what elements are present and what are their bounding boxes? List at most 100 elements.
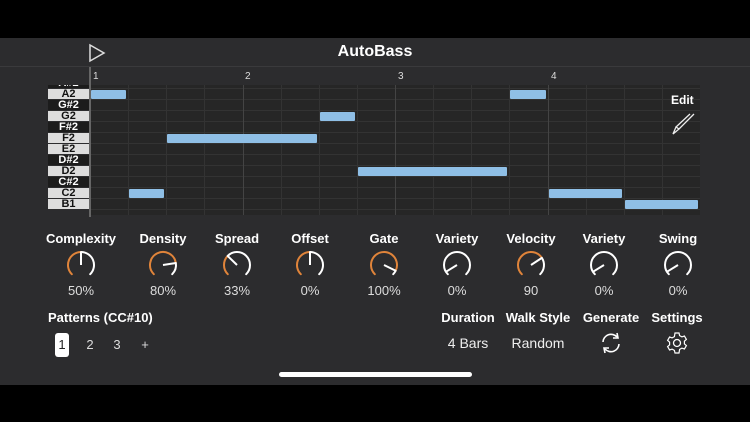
knob-value: 90 [523,283,539,298]
knob-value: 50% [67,283,95,298]
beat-line [471,85,473,215]
note-B1[interactable] [624,200,698,209]
settings-button[interactable]: Settings [637,310,717,360]
knob-variety[interactable]: Variety 0% [420,231,494,298]
duration-label: Duration [441,310,495,325]
knob-dial[interactable] [147,249,179,281]
duration-value[interactable]: 4 Bars [428,335,508,351]
knob-dial[interactable] [441,249,473,281]
knob-label: Gate [369,231,399,246]
knob-gate[interactable]: Gate 100% [347,231,421,298]
knob-label: Variety [435,231,479,246]
bar-number: 3 [398,71,404,82]
top-bar: AutoBass [0,38,750,67]
pattern-1[interactable]: 1 [55,333,69,357]
piano-key[interactable]: C#2 [48,177,89,188]
pattern-2[interactable]: 2 [83,333,97,357]
knob-arc [370,251,398,276]
piano-key[interactable]: E2 [48,144,89,155]
knob-dial[interactable] [368,249,400,281]
knob-label: Velocity [506,231,556,246]
piano-key[interactable]: B1 [48,199,89,210]
duration-control[interactable]: Duration 4 Bars [428,310,508,351]
beat-line [356,85,358,215]
piano-key[interactable]: C2 [48,188,89,199]
home-indicator[interactable] [279,372,472,377]
refresh-icon[interactable] [599,331,623,355]
knob-spread[interactable]: Spread 33% [200,231,274,298]
beat-line [395,85,396,215]
knob-arc [226,251,251,276]
note-G2[interactable] [319,112,355,121]
knob-pointer [666,264,679,273]
knob-dial[interactable] [294,249,326,281]
knob-complexity[interactable]: Complexity 50% [44,231,118,298]
knob-value: 0% [594,283,614,298]
note-D2[interactable] [357,167,508,176]
knob-pointer [162,261,176,266]
knob-arc [171,261,177,276]
app-title: AutoBass [337,43,413,60]
knob-label: Density [139,231,187,246]
note-F2[interactable] [167,134,317,143]
add-pattern-button[interactable]: + [138,333,152,357]
piano-key[interactable]: D#2 [48,155,89,166]
beat-line [318,85,320,215]
knob-pointer [592,264,605,273]
knob-velocity[interactable]: Velocity 90 [494,231,568,298]
knob-value: 80% [149,283,177,298]
beat-line [433,85,435,215]
piano-key[interactable]: A2 [48,89,89,100]
knob-value: 33% [223,283,251,298]
beat-line [509,85,511,215]
knob-offset[interactable]: Offset 0% [273,231,347,298]
knob-variety[interactable]: Variety 0% [567,231,641,298]
piano-key[interactable]: G2 [48,111,89,122]
piano-key[interactable]: G#2 [48,100,89,111]
edit-label[interactable]: Edit [671,93,694,107]
knob-dial[interactable] [588,249,620,281]
autobass-app: AutoBass 1 2 3 4 A#2A2G#2G2F#2F2E2D#2D2C… [0,38,750,385]
knob-pointer [445,264,458,273]
beat-line [661,85,663,215]
piano-keys[interactable]: A#2A2G#2G2F#2F2E2D#2D2C#2C2B1 [48,85,89,215]
piano-key[interactable]: D2 [48,166,89,177]
bar-ruler[interactable]: 1 2 3 4 [90,67,700,85]
knob-density[interactable]: Density 80% [126,231,200,298]
bar-number: 2 [245,71,251,82]
knob-dial[interactable] [662,249,694,281]
playhead[interactable] [89,67,91,217]
knob-dial[interactable] [515,249,547,281]
knob-arc [539,256,545,276]
walk-style-label: Walk Style [505,310,571,325]
knob-arc [80,251,95,276]
knob-label: Offset [291,231,329,246]
knob-dial[interactable] [221,249,253,281]
knob-dial[interactable] [65,249,97,281]
piano-key[interactable]: F2 [48,133,89,144]
bar-number: 1 [93,71,99,82]
gear-icon[interactable] [665,331,689,355]
pencil-icon[interactable] [670,112,696,138]
patterns-label: Patterns (CC#10) [48,310,153,325]
knob-arc [223,254,229,276]
knob-label: Variety [582,231,626,246]
knob-value: 0% [668,283,688,298]
note-C2[interactable] [548,189,622,198]
knob-arc [67,251,82,276]
knob-swing[interactable]: Swing 0% [641,231,715,298]
pattern-3[interactable]: 3 [110,333,124,357]
note-C2[interactable] [129,189,165,198]
note-A2[interactable] [91,90,127,99]
note-A2[interactable] [510,90,546,99]
beat-line [242,85,244,215]
note-grid[interactable] [90,85,700,215]
piano-key[interactable]: F#2 [48,122,89,133]
walk-style-value[interactable]: Random [498,335,578,351]
knob-value: 0% [300,283,320,298]
knob-label: Swing [658,231,698,246]
beat-line [280,85,282,215]
walk-style-control[interactable]: Walk Style Random [498,310,578,351]
knob-value: 100% [367,283,401,298]
knob-arc [309,251,324,276]
